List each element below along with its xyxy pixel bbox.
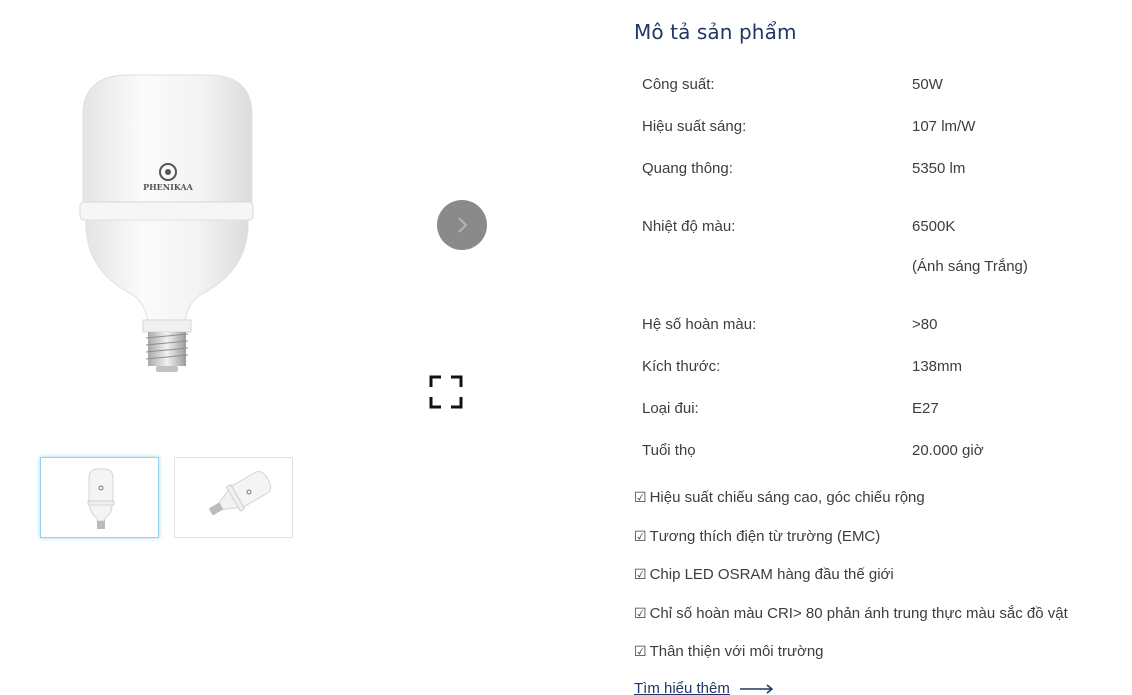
- fullscreen-button[interactable]: [429, 375, 463, 409]
- product-main-image[interactable]: PHENIKAA: [40, 60, 300, 390]
- feature-item: ☑ Chip LED OSRAM hàng đầu thế giới: [634, 566, 894, 583]
- next-image-button[interactable]: [437, 200, 487, 250]
- feature-item: ☑ Chỉ số hoàn màu CRI> 80 phản ánh trung …: [634, 605, 1068, 622]
- spec-subvalue: (Ánh sáng Trắng): [912, 258, 1028, 275]
- spec-label: Quang thông:: [642, 160, 733, 177]
- feature-text: Chip LED OSRAM hàng đầu thế giới: [649, 566, 894, 583]
- thumbnail-side[interactable]: [174, 457, 293, 538]
- spec-label: Hệ số hoàn màu:: [642, 316, 757, 333]
- learn-more-label: Tìm hiểu thêm: [634, 680, 730, 695]
- spec-label: Công suất:: [642, 76, 715, 93]
- description-title: Mô tả sản phẩm: [634, 20, 797, 44]
- fullscreen-icon: [429, 375, 463, 409]
- spec-value: 20.000 giờ: [912, 442, 984, 459]
- learn-more-link[interactable]: Tìm hiểu thêm: [634, 680, 774, 695]
- checkbox-icon: ☑: [634, 644, 647, 660]
- feature-text: Chỉ số hoàn màu CRI> 80 phản ánh trung t…: [649, 605, 1068, 622]
- feature-text: Hiệu suất chiếu sáng cao, góc chiếu rộng: [649, 489, 925, 506]
- checkbox-icon: ☑: [634, 606, 647, 622]
- feature-text: Tương thích điện từ trường (EMC): [649, 528, 881, 545]
- spec-value: 107 lm/W: [912, 118, 976, 135]
- spec-value: E27: [912, 400, 939, 417]
- chevron-right-icon: [458, 217, 468, 233]
- feature-item: ☑ Tương thích điện từ trường (EMC): [634, 528, 880, 545]
- spec-label: Hiệu suất sáng:: [642, 118, 747, 135]
- feature-item: ☑ Thân thiện với môi trường: [634, 643, 824, 660]
- checkbox-icon: ☑: [634, 529, 647, 545]
- spec-label: Tuổi thọ: [642, 442, 696, 459]
- feature-item: ☑ Hiệu suất chiếu sáng cao, góc chiếu rộn…: [634, 489, 925, 506]
- spec-value: 6500K: [912, 218, 956, 235]
- checkbox-icon: ☑: [634, 490, 647, 506]
- arrow-right-icon: [739, 683, 774, 694]
- spec-label: Kích thước:: [642, 358, 721, 375]
- spec-label: Loại đui:: [642, 400, 699, 417]
- checkbox-icon: ☑: [634, 567, 647, 583]
- brand-logo-text: PHENIKAA: [143, 182, 194, 192]
- spec-value: >80: [912, 316, 938, 333]
- spec-value: 5350 lm: [912, 160, 966, 177]
- spec-value: 138mm: [912, 358, 963, 375]
- thumbnail-front[interactable]: [40, 457, 159, 538]
- feature-text: Thân thiện với môi trường: [649, 643, 824, 660]
- spec-label: Nhiệt độ màu:: [642, 218, 736, 235]
- spec-value: 50W: [912, 76, 943, 93]
